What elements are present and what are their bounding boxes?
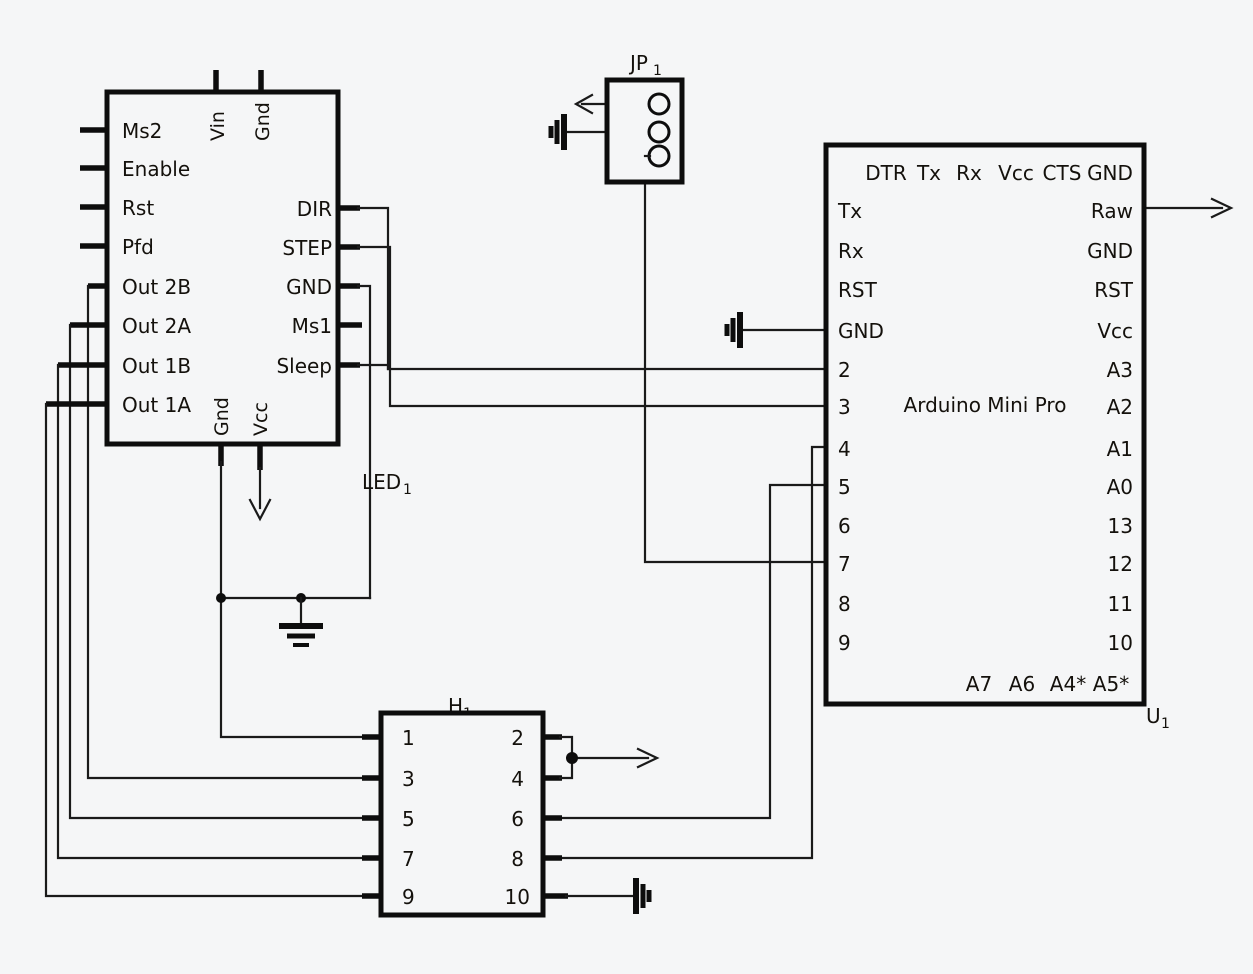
h1-pin-6-label: 6 (511, 807, 524, 831)
driver-pin-ms1-label: Ms1 (292, 314, 332, 338)
arduino-left-pin-tx: Tx (837, 199, 862, 223)
h1-pin-9-label: 9 (402, 885, 415, 909)
arduino-left-pin-7: 7 (838, 552, 851, 576)
arduino-left-pin-3: 3 (838, 395, 851, 419)
wire-driver-gndR-to-gnd-bus (356, 284, 372, 600)
arduino-right-pin-rst: RST (1094, 278, 1134, 302)
driver-pin-enable-label: Enable (122, 157, 190, 181)
arduino-ref-label: U (1146, 704, 1161, 728)
wire-sleep-run (356, 363, 390, 371)
arduino-block[interactable]: DTR Tx Rx Vcc CTS GND Arduino Mini Pro T… (823, 142, 1170, 732)
wire-dir-to-arduino-2 (356, 206, 828, 371)
led1-label-sub: 1 (403, 482, 412, 498)
arduino-left-pin-rx: Rx (838, 239, 864, 263)
h1-pin-2-label: 2 (511, 726, 524, 750)
junction-h1-2-4 (566, 752, 578, 764)
h1-pin-8-label: 8 (511, 847, 524, 871)
jp1-pin-2[interactable] (647, 120, 671, 144)
arduino-right-pin-vcc: Vcc (1097, 319, 1133, 343)
arduino-right-pin-a0: A0 (1107, 475, 1133, 499)
arduino-bottom-pin-a5: A5* (1093, 672, 1129, 696)
driver-pin-step-label: STEP (282, 236, 332, 260)
arduino-left-pin-gnd: GND (838, 319, 884, 343)
arduino-left-pin-8: 8 (838, 592, 851, 616)
arduino-top-pin-gnd: GND (1087, 161, 1133, 185)
h1-pin-1-label: 1 (402, 726, 415, 750)
wire-step-to-arduino-3 (356, 245, 828, 408)
schematic-canvas: Vin Gnd Ms2 Enable Rst Pfd Out 2B Out 2A… (0, 0, 1253, 974)
arduino-right-pin-11: 11 (1108, 592, 1133, 616)
arduino-right-pin-10: 10 (1108, 631, 1133, 655)
arduino-left-pin-9: 9 (838, 631, 851, 655)
wire-jp1-pin3-to-arduino-7 (643, 154, 828, 564)
jp1-body[interactable] (604, 77, 685, 185)
jp1-ref-label: JP (628, 51, 648, 75)
arduino-left-pin-6: 6 (838, 514, 851, 538)
arduino-right-pin-gnd: GND (1087, 239, 1133, 263)
arduino-top-pin-cts: CTS (1043, 161, 1082, 185)
arduino-right-pin-a3: A3 (1107, 358, 1133, 382)
driver-pin-sleep-label: Sleep (276, 354, 332, 378)
led1-label: LED (362, 470, 401, 494)
arduino-name-label: Arduino Mini Pro (904, 393, 1067, 417)
jp1-pin-3[interactable] (647, 144, 671, 168)
arduino-right-pin-12: 12 (1108, 552, 1133, 576)
h1-header-block[interactable]: H 1 1 3 5 7 9 2 4 6 8 10 (378, 694, 546, 918)
driver-pin-vcc-bottom-label: Vcc (250, 402, 272, 436)
driver-pin-out2a-label: Out 2A (122, 314, 191, 338)
arduino-ref-sub: 1 (1161, 716, 1170, 732)
h1-pin-10-label: 10 (505, 885, 530, 909)
h1-pin-5-label: 5 (402, 807, 415, 831)
driver-pin-out1b-label: Out 1B (122, 354, 191, 378)
wire-out1a-to-h1-9 (44, 402, 382, 898)
led1-designator: LED 1 (362, 470, 412, 498)
stepper-driver-block[interactable]: Vin Gnd Ms2 Enable Rst Pfd Out 2B Out 2A… (104, 89, 341, 447)
arduino-left-pin-5: 5 (838, 475, 851, 499)
arduino-top-pin-dtr: DTR (865, 161, 907, 185)
driver-pin-out1a-label: Out 1A (122, 393, 191, 417)
driver-pin-vin-label: Vin (207, 111, 229, 141)
arduino-right-pin-a2: A2 (1107, 395, 1133, 419)
arduino-left-pin-4: 4 (838, 437, 851, 461)
arduino-left-pin-2: 2 (838, 358, 851, 382)
arduino-right-pin-13: 13 (1108, 514, 1133, 538)
driver-pin-out2b-label: Out 2B (122, 275, 191, 299)
arduino-body[interactable] (823, 142, 1147, 707)
stepper-driver-body[interactable] (104, 89, 341, 447)
arduino-left-pin-rst: RST (838, 278, 878, 302)
driver-pin-pfd-label: Pfd (122, 235, 154, 259)
junction-gnd-left (216, 593, 226, 603)
wire-arduino-4-to-h1-8 (543, 445, 828, 860)
driver-pin-gnd-bottom-label: Gnd (211, 397, 233, 436)
h1-pin-7-label: 7 (402, 847, 415, 871)
schematic-svg: Vin Gnd Ms2 Enable Rst Pfd Out 2B Out 2A… (44, 51, 1234, 918)
arduino-bottom-pin-a6: A6 (1009, 672, 1035, 696)
arduino-top-pin-rx: Rx (956, 161, 982, 185)
driver-pin-gnd-top-label: Gnd (252, 102, 274, 141)
h1-pin-4-label: 4 (511, 767, 524, 791)
arduino-top-pin-vcc: Vcc (998, 161, 1034, 185)
driver-pin-gnd-label: GND (286, 275, 332, 299)
arduino-bottom-pin-a7: A7 (966, 672, 992, 696)
jp1-pin-1[interactable] (647, 92, 671, 116)
arduino-bottom-pin-a4: A4* (1050, 672, 1086, 696)
driver-pin-dir-label: DIR (297, 197, 332, 221)
wire-arduino-5-to-h1-6 (543, 483, 828, 820)
driver-pin-ms2-label: Ms2 (122, 119, 162, 143)
arduino-top-pin-tx: Tx (916, 161, 941, 185)
driver-pin-rst-label: Rst (122, 196, 154, 220)
arduino-right-pin-raw: Raw (1091, 199, 1133, 223)
jp1-connector-block[interactable]: JP 1 (604, 51, 685, 185)
h1-pin-3-label: 3 (402, 767, 415, 791)
arduino-right-pin-a1: A1 (1107, 437, 1133, 461)
jp1-ref-sub: 1 (653, 63, 662, 79)
